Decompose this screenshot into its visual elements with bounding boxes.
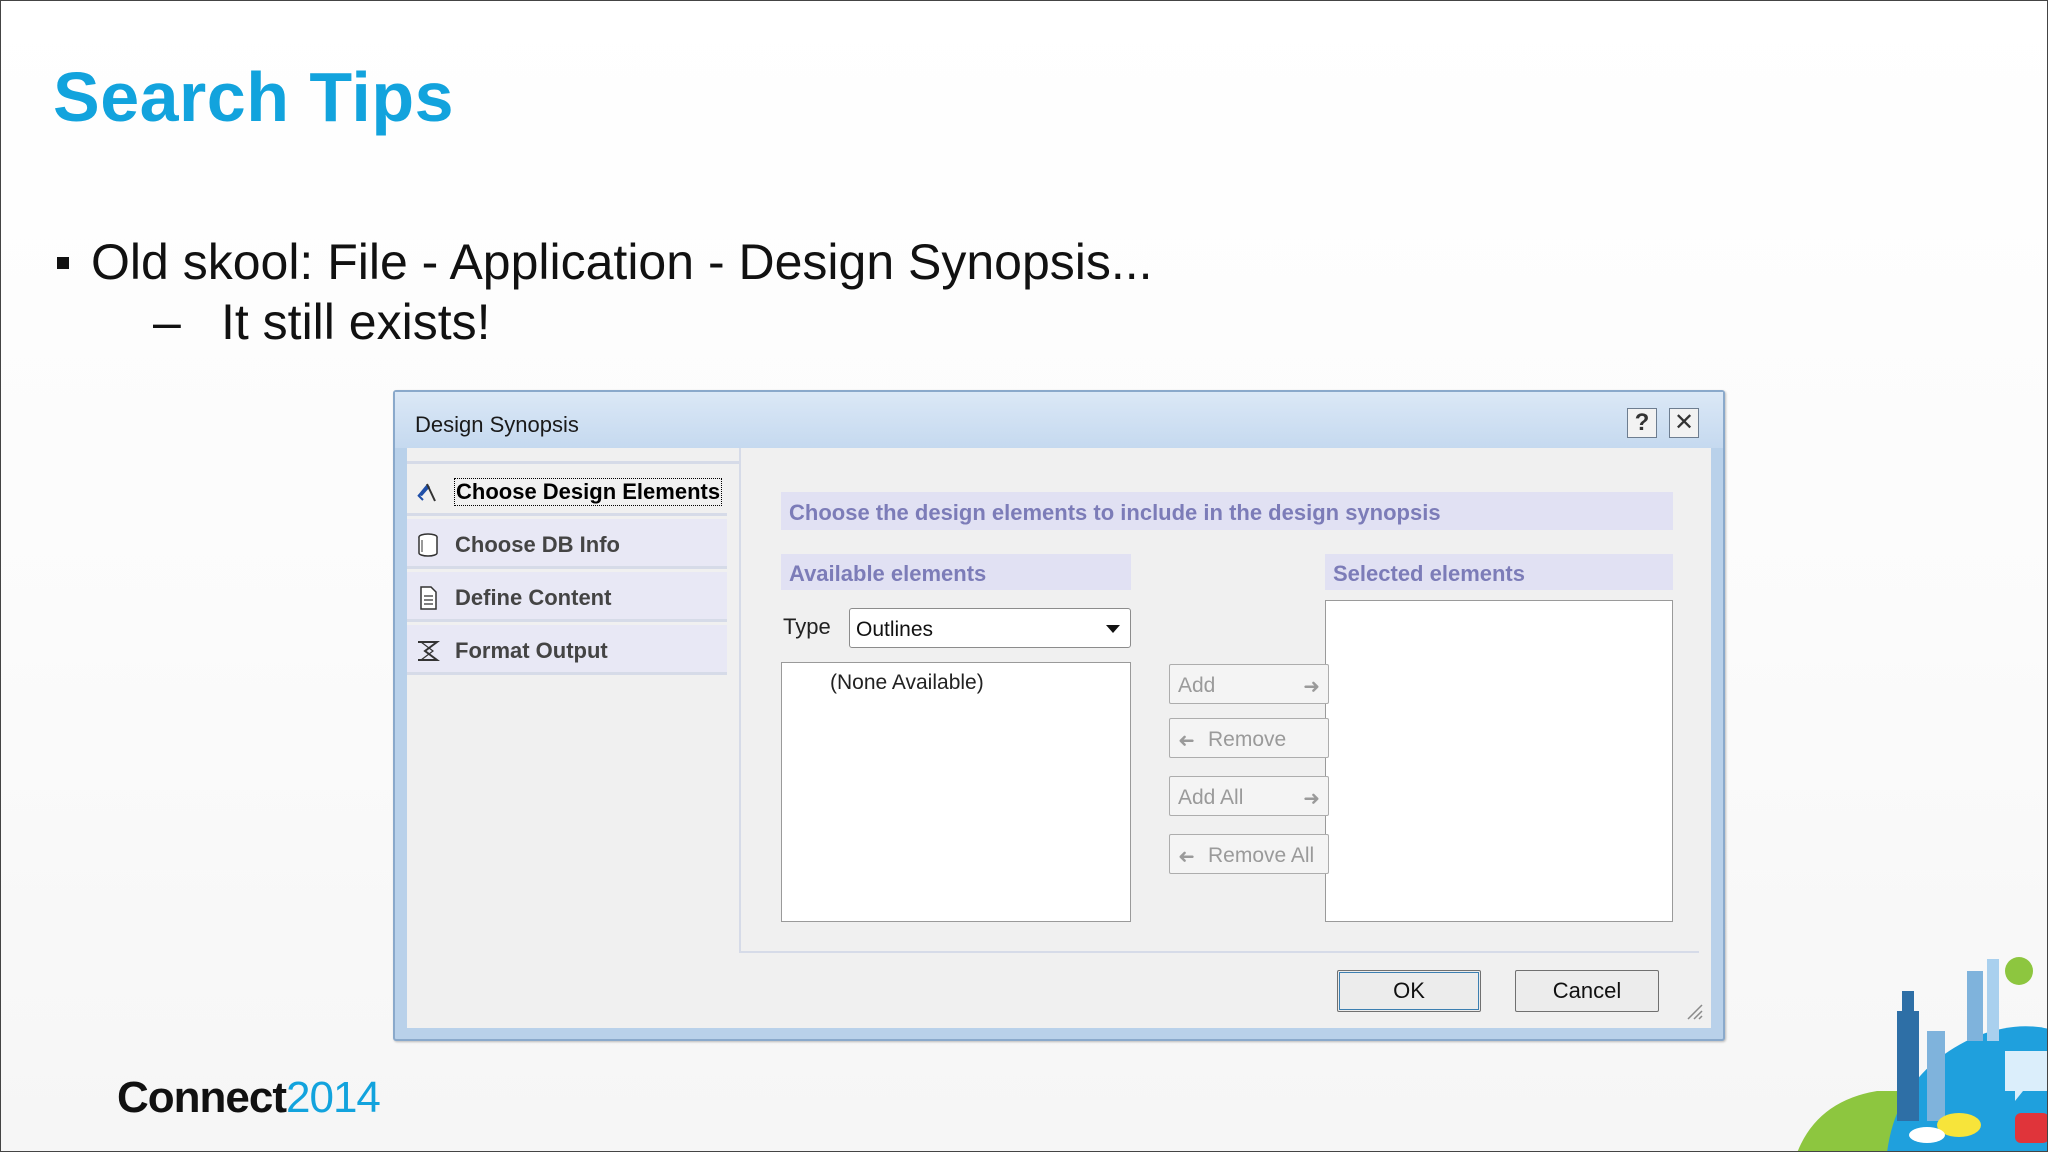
remove-all-button[interactable]: ➜ Remove All <box>1169 834 1329 874</box>
instruction-band: Choose the design elements to include in… <box>781 492 1673 530</box>
instruction-text: Choose the design elements to include in… <box>789 500 1441 525</box>
add-button-label: Add <box>1178 674 1216 697</box>
close-button[interactable]: ✕ <box>1669 408 1699 438</box>
add-all-button-label: Add All <box>1178 786 1244 809</box>
nav-item-choose-db-info[interactable]: Choose DB Info <box>407 519 727 569</box>
content-divider <box>739 951 1699 953</box>
type-label: Type <box>783 614 831 639</box>
sub-bullet-text: It still exists! <box>221 294 491 350</box>
nav-item-label: Define Content <box>455 585 612 610</box>
document-icon <box>420 586 437 610</box>
dialog-body: Choose Design Elements Choose DB Info De… <box>407 448 1711 1028</box>
add-all-button[interactable]: Add All ➜ <box>1169 776 1329 816</box>
arrow-left-icon: ➜ <box>1178 846 1195 868</box>
sub-bullet-marker: – <box>153 294 181 350</box>
selected-elements-label: Selected elements <box>1333 561 1525 586</box>
cancel-button[interactable]: Cancel <box>1515 970 1659 1012</box>
add-button[interactable]: Add ➜ <box>1169 664 1329 704</box>
nav-item-choose-design-elements[interactable]: Choose Design Elements <box>407 466 727 516</box>
type-dropdown-value: Outlines <box>856 618 934 641</box>
nav-divider <box>407 461 741 464</box>
dialog-titlebar[interactable]: Design Synopsis ? ✕ <box>395 392 1723 448</box>
bullet-marker <box>57 256 69 269</box>
dialog-title: Design Synopsis <box>415 412 579 437</box>
slide: Search Tips Old skool: File - Applicatio… <box>0 0 2048 1152</box>
selected-elements-list[interactable] <box>1325 600 1673 922</box>
help-button[interactable]: ? <box>1627 408 1657 438</box>
brand-name: Connect <box>117 1073 287 1122</box>
format-icon <box>418 641 440 661</box>
nav-item-label: Choose Design Elements <box>453 478 723 506</box>
nav-item-label: Format Output <box>455 638 608 663</box>
design-synopsis-dialog: Design Synopsis ? ✕ Choose Design Elemen… <box>393 390 1725 1041</box>
available-elements-list[interactable]: (None Available) <box>781 662 1131 922</box>
bullet-text: Old skool: File - Application - Design S… <box>91 234 1153 290</box>
selected-elements-header: Selected elements <box>1325 554 1673 590</box>
slide-title: Search Tips <box>53 58 455 136</box>
database-icon <box>418 533 438 557</box>
brand-year: 2014 <box>286 1073 381 1122</box>
remove-button-label: Remove <box>1208 728 1287 751</box>
list-item: (None Available) <box>830 671 984 694</box>
available-elements-label: Available elements <box>789 561 987 586</box>
nav-item-format-output[interactable]: Format Output <box>407 625 727 675</box>
arrow-right-icon: ➜ <box>1303 676 1320 698</box>
sub-bullet-item: – It still exists! <box>153 293 490 351</box>
nav-item-define-content[interactable]: Define Content <box>407 572 727 622</box>
remove-all-button-label: Remove All <box>1208 844 1315 867</box>
chevron-down-icon <box>1106 625 1120 633</box>
arrow-right-icon: ➜ <box>1303 788 1320 810</box>
design-elements-icon <box>417 483 436 502</box>
nav-item-label: Choose DB Info <box>455 532 620 557</box>
available-elements-header: Available elements <box>781 554 1131 590</box>
arrow-left-icon: ➜ <box>1178 730 1195 752</box>
remove-button[interactable]: ➜ Remove <box>1169 718 1329 758</box>
type-dropdown[interactable]: Outlines <box>849 608 1131 648</box>
nav-separator <box>739 448 741 953</box>
city-globe-illustration <box>1797 957 2047 1151</box>
connect-2014-logo: Connect2014 <box>117 1073 381 1123</box>
bullet-item: Old skool: File - Application - Design S… <box>57 233 1153 291</box>
ok-button[interactable]: OK <box>1337 970 1481 1012</box>
resize-grip-icon[interactable] <box>1683 1000 1703 1020</box>
